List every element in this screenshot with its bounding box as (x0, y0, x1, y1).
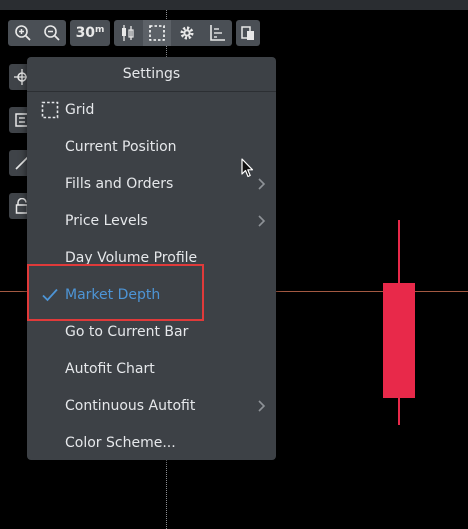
layout-icon-wrap (236, 20, 260, 46)
menu-item-fills-and-orders[interactable]: Fills and Orders (27, 165, 276, 202)
settings-menu-button[interactable] (143, 20, 171, 46)
menu-item-label: Grid (65, 101, 95, 118)
candlestick-icon (122, 25, 134, 41)
menu-item-grid[interactable]: Grid (27, 91, 276, 128)
gear-icon (180, 26, 193, 40)
layout-icon (241, 26, 254, 40)
timeframe-label: 30 m (70, 20, 110, 46)
menu-item-autofit-chart[interactable]: Autofit Chart (27, 350, 276, 387)
menu-item-label: Fills and Orders (65, 175, 174, 192)
indicators-button[interactable] (202, 20, 232, 46)
zoom-out-button[interactable] (37, 20, 66, 46)
window-top-bar (0, 0, 468, 10)
axis-icon (210, 25, 225, 41)
menu-title: Settings (27, 57, 276, 92)
menu-item-label: Current Position (65, 138, 177, 155)
mouse-pointer-icon (241, 158, 254, 178)
chart-settings-button[interactable] (172, 20, 201, 46)
chevron-right-icon (258, 214, 266, 227)
menu-item-label: Go to Current Bar (65, 323, 189, 340)
timeframe-value: 30 (75, 25, 96, 41)
menu-item-label: Continuous Autofit (65, 397, 196, 414)
zoom-in-button[interactable] (8, 20, 37, 46)
chart-type-button[interactable] (114, 20, 142, 46)
menu-item-label: Color Scheme... (65, 434, 176, 451)
zoom-out-icon (43, 25, 60, 41)
candle-body (383, 283, 415, 398)
timeframe-unit: m (95, 25, 105, 35)
annotation-highlight-box (27, 264, 204, 321)
chevron-right-icon (258, 399, 266, 412)
menu-item-label: Autofit Chart (65, 360, 155, 377)
settings-menu: Settings Grid Current Position Fills and… (27, 57, 276, 460)
grid-icon (41, 101, 59, 119)
menu-item-continuous-autofit[interactable]: Continuous Autofit (27, 387, 276, 424)
menu-item-color-scheme[interactable]: Color Scheme... (27, 424, 276, 461)
menu-item-current-position[interactable]: Current Position (27, 128, 276, 165)
menu-item-price-levels[interactable]: Price Levels (27, 202, 276, 239)
chevron-right-icon (258, 177, 266, 190)
menu-item-label: Price Levels (65, 212, 148, 229)
grid-icon (149, 25, 165, 41)
zoom-in-icon (14, 25, 31, 41)
